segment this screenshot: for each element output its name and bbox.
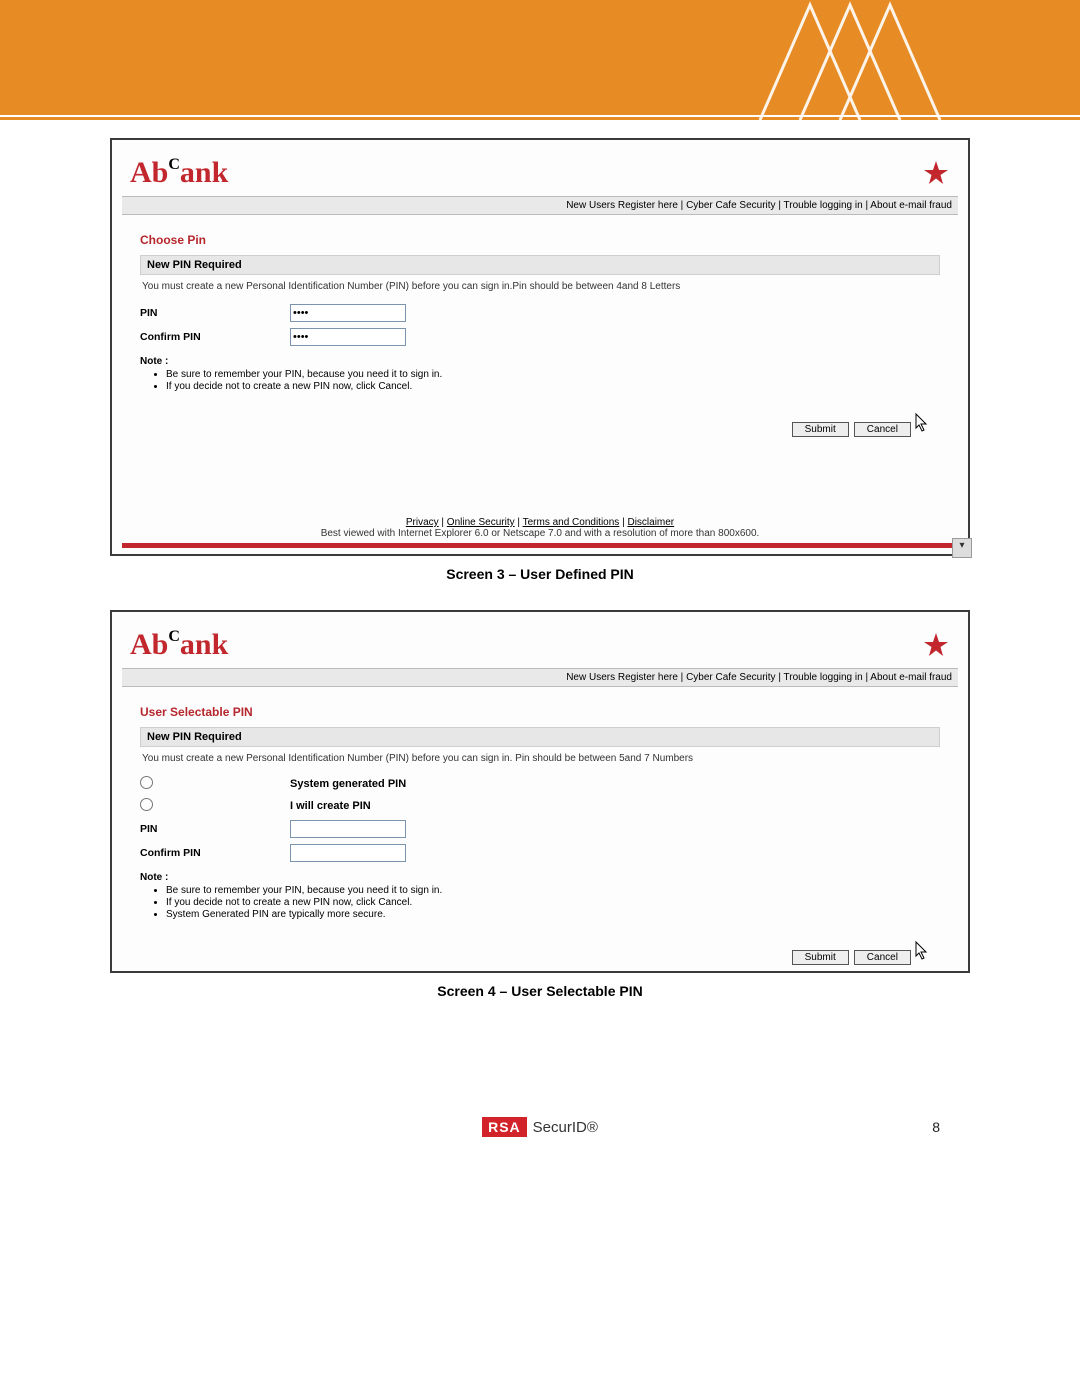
radio-user-label: I will create PIN [290,800,371,812]
footer-disclaimer[interactable]: Disclaimer [627,517,674,528]
securid-text: SecurID® [533,1119,598,1136]
logo-b: b [152,628,169,661]
logo-ank: ank [180,628,228,661]
logo-ank: ank [180,156,228,189]
app-brand-bar: AbCank [122,146,958,196]
logo-a: A [130,156,152,189]
best-viewed-text: Best viewed with Internet Explorer 6.0 o… [122,528,958,539]
page-footer: RSA SecurID® 8 [0,1117,1080,1177]
choose-pin-panel: Choose Pin New PIN Required You must cre… [140,233,940,437]
note-block: Note : Be sure to remember your PIN, bec… [140,356,940,392]
row-radio-system: System generated PIN [140,776,940,792]
nav-sep: | [776,200,784,211]
scroll-down-icon[interactable]: ▾ [952,538,972,558]
note-item: If you decide not to create a new PIN no… [166,897,940,908]
top-nav: New Users Register here | Cyber Cafe Sec… [122,668,958,687]
rsa-securid-logo: RSA SecurID® [482,1117,598,1137]
confirm-pin-input[interactable] [290,844,406,862]
radio-system-label: System generated PIN [290,778,406,790]
pin-label: PIN [140,823,290,835]
note-label: Note : [140,356,168,367]
row-pin: PIN [140,304,940,322]
note-item: Be sure to remember your PIN, because yo… [166,369,940,380]
header-decoration-icon [740,0,960,120]
screenshot-screen4: AbCank New Users Register here | Cyber C… [110,610,970,973]
submit-button[interactable]: Submit [792,950,849,965]
top-nav: New Users Register here | Cyber Cafe Sec… [122,196,958,215]
selectable-pin-panel: User Selectable PIN New PIN Required You… [140,705,940,965]
cursor-icon [914,412,930,435]
confirm-pin-label: Confirm PIN [140,847,290,859]
row-pin: PIN [140,820,940,838]
footer-sep: | [439,517,447,528]
footer-privacy[interactable]: Privacy [406,517,439,528]
nav-register[interactable]: New Users Register here [566,200,678,211]
footer-security[interactable]: Online Security [447,517,515,528]
star-icon [922,631,950,659]
bank-logo: AbCank [130,156,228,190]
instruction-text: You must create a new Personal Identific… [140,275,940,298]
logo-c: C [168,156,180,173]
panel-title: User Selectable PIN [140,705,940,719]
button-row: Submit Cancel [140,938,930,965]
confirm-pin-input[interactable] [290,328,406,346]
document-page: AbCank New Users Register here | Cyber C… [0,0,1080,1177]
section-header: New PIN Required [140,727,940,747]
submit-button[interactable]: Submit [792,422,849,437]
footer-redbar [122,543,958,548]
nav-sep: | [678,672,686,683]
pin-label: PIN [140,307,290,319]
logo-b: b [152,156,169,189]
page-header-band [0,0,1080,117]
button-row: Submit Cancel [140,410,930,437]
rsa-box: RSA [482,1117,527,1137]
caption-screen3: Screen 3 – User Defined PIN [110,566,970,582]
caption-screen4: Screen 4 – User Selectable PIN [110,983,970,999]
footer-terms[interactable]: Terms and Conditions [523,517,620,528]
cursor-icon [914,940,930,963]
app-brand-bar: AbCank [122,618,958,668]
cancel-button[interactable]: Cancel [854,950,911,965]
nav-register[interactable]: New Users Register here [566,672,678,683]
logo-a: A [130,628,152,661]
bank-logo: AbCank [130,628,228,662]
nav-emailfraud[interactable]: About e-mail fraud [870,672,952,683]
nav-trouble[interactable]: Trouble logging in [784,200,863,211]
note-item: Be sure to remember your PIN, because yo… [166,885,940,896]
radio-system-pin[interactable] [140,776,153,789]
section-header: New PIN Required [140,255,940,275]
note-item: If you decide not to create a new PIN no… [166,381,940,392]
nav-sep: | [678,200,686,211]
page-content: AbCank New Users Register here | Cyber C… [0,120,1080,1087]
panel-title: Choose Pin [140,233,940,247]
screenshot-screen3: AbCank New Users Register here | Cyber C… [110,138,970,556]
nav-cybercafe[interactable]: Cyber Cafe Security [686,200,775,211]
confirm-pin-label: Confirm PIN [140,331,290,343]
note-item: System Generated PIN are typically more … [166,909,940,920]
footer-links: Privacy | Online Security | Terms and Co… [122,517,958,539]
note-label: Note : [140,872,168,883]
star-icon [922,159,950,187]
page-number: 8 [932,1119,940,1135]
cancel-button[interactable]: Cancel [854,422,911,437]
footer-sep: | [515,517,523,528]
nav-sep: | [776,672,784,683]
row-confirm-pin: Confirm PIN [140,328,940,346]
nav-emailfraud[interactable]: About e-mail fraud [870,200,952,211]
nav-cybercafe[interactable]: Cyber Cafe Security [686,672,775,683]
instruction-text: You must create a new Personal Identific… [140,747,940,770]
note-block: Note : Be sure to remember your PIN, bec… [140,872,940,920]
logo-c: C [168,628,180,645]
row-radio-user: I will create PIN [140,798,940,814]
radio-user-pin[interactable] [140,798,153,811]
pin-input[interactable] [290,820,406,838]
nav-trouble[interactable]: Trouble logging in [784,672,863,683]
row-confirm-pin: Confirm PIN [140,844,940,862]
pin-input[interactable] [290,304,406,322]
